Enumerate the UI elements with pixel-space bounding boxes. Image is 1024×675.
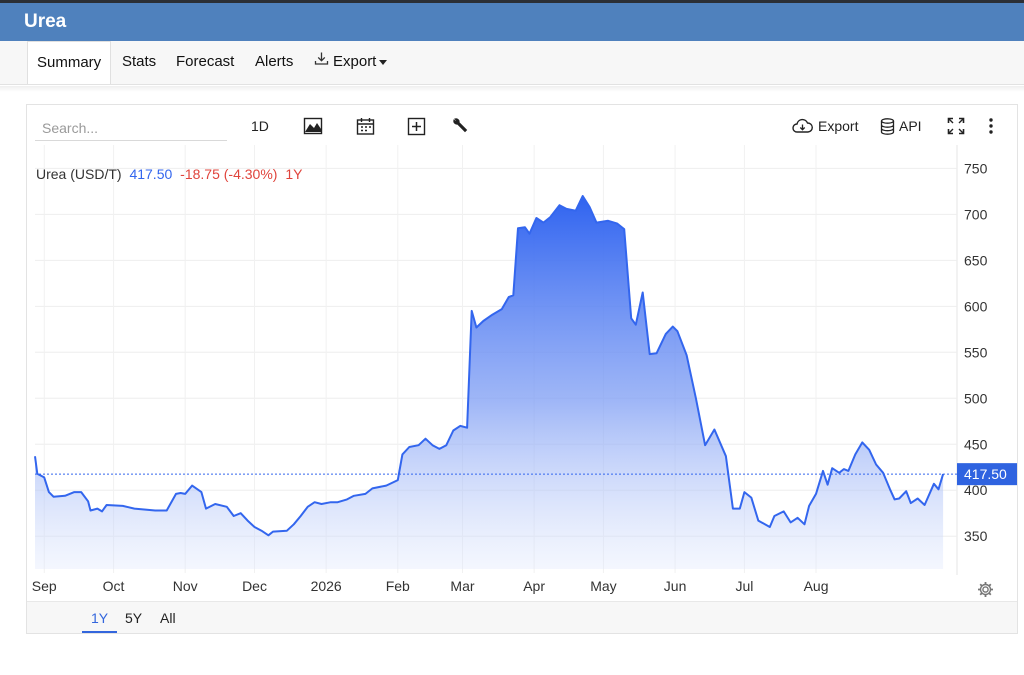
x-tick-label: Jul — [735, 578, 753, 594]
legend-period: 1Y — [285, 166, 303, 182]
tab-bar-shadow — [0, 86, 1024, 92]
x-tick-label: Feb — [386, 578, 410, 594]
page-title: Urea — [24, 11, 67, 32]
api-button[interactable]: API — [880, 115, 922, 137]
x-tick-label: Sep — [32, 578, 57, 594]
range-all-button[interactable]: All — [160, 610, 176, 626]
x-tick-label: Dec — [242, 578, 267, 594]
tab-alerts[interactable]: Alerts — [255, 41, 293, 84]
tab-alerts-label: Alerts — [255, 53, 294, 70]
interval-label: 1D — [251, 118, 269, 134]
tab-export[interactable]: Export — [314, 41, 388, 84]
chart-type-button[interactable] — [303, 115, 323, 137]
x-tick-label: May — [590, 578, 616, 594]
range-1y-button[interactable]: 1Y — [82, 610, 118, 633]
x-tick-label: Apr — [523, 578, 545, 594]
legend-series-name: Urea (USD/T) — [36, 166, 122, 182]
chart-panel: 1D Export API — [26, 104, 1018, 634]
chevron-down-icon — [379, 59, 388, 65]
tools-button[interactable] — [451, 115, 469, 137]
x-tick-label: Nov — [173, 578, 198, 594]
export-chart-label: Export — [818, 118, 859, 134]
tab-stats[interactable]: Stats — [122, 41, 156, 84]
x-tick-label: Aug — [804, 578, 829, 594]
chart-toolbar: 1D Export API — [27, 105, 1017, 147]
y-tick-label: 450 — [964, 436, 988, 452]
x-tick-label: Jun — [664, 578, 687, 594]
range-selector-bar: 1Y 5Y All — [27, 601, 1017, 633]
y-tick-label: 500 — [964, 390, 988, 406]
chart-area-layer — [34, 195, 945, 569]
database-icon — [880, 117, 895, 135]
download-icon — [314, 41, 329, 83]
y-tick-label: 750 — [964, 160, 988, 176]
legend-change: -18.75 (-4.30%) — [180, 166, 277, 182]
x-axis: Sep Oct Nov Dec 2026 Feb Mar Apr May Jun Jul Aug — [32, 578, 829, 594]
y-tick-label: 350 — [964, 528, 988, 544]
tab-export-label: Export — [333, 53, 377, 70]
price-tag-label: 417.50 — [964, 466, 1007, 482]
tab-forecast-label: Forecast — [176, 53, 235, 70]
cloud-download-icon — [792, 118, 813, 134]
range-5y-button[interactable]: 5Y — [125, 610, 142, 626]
y-tick-label: 550 — [964, 344, 988, 360]
price-chart[interactable]: 350400450500550600650700750 Sep Oct Nov Dec… — [27, 145, 1017, 601]
more-options-button[interactable] — [987, 115, 995, 137]
add-compare-icon — [407, 117, 426, 136]
calendar-icon — [356, 117, 375, 136]
tab-stats-label: Stats — [122, 53, 157, 70]
search-input[interactable] — [35, 115, 227, 141]
tab-forecast[interactable]: Forecast — [176, 41, 234, 84]
date-range-button[interactable] — [356, 115, 375, 137]
title-bar: Urea — [0, 3, 1024, 41]
settings-gear-icon — [977, 582, 994, 602]
y-axis: 350400450500550600650700750 — [964, 160, 988, 544]
more-vertical-icon — [987, 117, 995, 135]
chart-settings-button[interactable] — [977, 581, 994, 603]
tab-summary-label: Summary — [37, 54, 102, 71]
y-tick-label: 700 — [964, 206, 988, 222]
tab-bar: Summary Stats Forecast Alerts Export — [0, 41, 1024, 85]
wrench-icon — [451, 117, 469, 135]
y-tick-label: 650 — [964, 252, 988, 268]
x-tick-label: 2026 — [311, 578, 342, 594]
chart-legend: Urea (USD/T) 417.50 -18.75 (-4.30%) 1Y — [36, 166, 303, 182]
chart-type-icon — [303, 117, 323, 135]
x-tick-label: Oct — [103, 578, 125, 594]
api-label: API — [899, 118, 922, 134]
fullscreen-icon — [947, 117, 965, 135]
export-chart-button[interactable]: Export — [792, 115, 858, 137]
y-tick-label: 600 — [964, 298, 988, 314]
tab-summary[interactable]: Summary — [27, 41, 112, 84]
fullscreen-button[interactable] — [947, 115, 965, 137]
legend-price: 417.50 — [129, 166, 172, 182]
x-tick-label: Mar — [450, 578, 474, 594]
compare-button[interactable] — [407, 115, 426, 137]
interval-button[interactable]: 1D — [251, 115, 269, 137]
